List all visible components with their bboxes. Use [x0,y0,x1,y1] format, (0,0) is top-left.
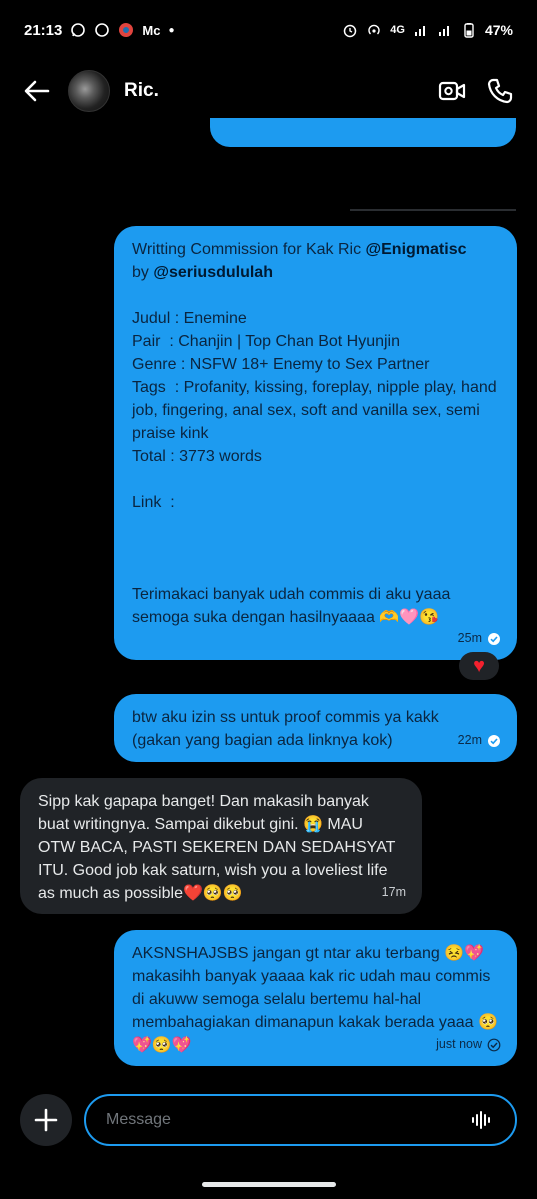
check-icon [488,632,500,645]
message-body: Judul : Enemine Pair : Chanjin | Top Cha… [132,310,497,626]
scroll-divider [350,209,516,211]
network-type: 4G [390,24,405,36]
message-text: Sipp kak gapapa banget! Dan makasih bany… [38,793,400,902]
sent-message-bubble[interactable]: AKSNSHAJSBS jangan gt ntar aku terbang 😣… [114,930,517,1066]
check-icon [487,1038,501,1051]
status-left: 21:13 Mc ● [24,22,174,39]
battery-level: 47% [484,22,513,38]
more-notifs-dot-icon: ● [168,24,175,36]
notif-text: Mc [142,22,161,38]
sent-message-bubble[interactable]: Writting Commission for Kak Ric @Enigmat… [114,226,517,660]
message-composer [0,1090,537,1150]
message-meta: 25m [458,627,501,650]
battery-icon [464,23,474,38]
app-notification-icon [119,23,134,37]
hotspot-icon [368,24,380,35]
previous-message-bubble-partial[interactable] [210,118,516,147]
message-time: 17m [381,885,406,899]
sent-message-bubble[interactable]: btw aku izin ss untuk proof commis ya ka… [114,694,517,762]
message-meta: just now [436,1033,501,1056]
contact-name[interactable]: Ric. [124,80,159,102]
check-icon [488,734,500,747]
heart-icon: ♥ [473,654,485,677]
status-bar: 21:13 Mc ● 4G 47% [0,0,537,60]
status-right: 4G 47% [342,22,513,38]
message-meta: 22m [458,729,501,752]
chat-icon [95,23,110,37]
alarm-icon [344,24,357,38]
message-line1-prefix: Writting Commission for Kak Ric [132,241,366,258]
voice-wave-icon [472,1111,490,1129]
signal-2-icon [438,26,449,36]
reaction-badge[interactable]: ♥ [459,652,499,680]
mention-enigmatisc[interactable]: @Enigmatisc [366,241,467,258]
mention-seriusdululah[interactable]: @seriusdululah [153,264,273,281]
plus-icon [34,1108,58,1132]
avatar[interactable] [68,70,110,112]
message-time: 22m [457,733,482,747]
phone-icon [487,78,513,104]
message-text: btw aku izin ss untuk proof commis ya ka… [132,709,439,749]
status-time: 21:13 [24,21,63,39]
video-call-button[interactable] [437,76,467,106]
whatsapp-icon [71,23,86,37]
phone-call-button[interactable] [485,76,515,106]
video-call-icon [438,81,466,101]
message-time: 25m [457,631,482,645]
header-actions [437,76,515,106]
message-input-wrapper [84,1094,517,1146]
voice-message-button[interactable] [467,1106,495,1134]
add-attachment-button[interactable] [20,1094,72,1146]
message-time: just now [436,1037,482,1051]
message-line2-prefix: by [132,264,154,281]
back-arrow-icon [24,80,50,102]
signal-icon [414,26,425,36]
back-button[interactable] [22,76,52,106]
received-message-bubble[interactable]: Sipp kak gapapa banget! Dan makasih bany… [20,778,422,914]
message-meta: 17m [382,881,406,904]
chat-header: Ric. [0,60,537,122]
message-text: Writting Commission for Kak Ric @Enigmat… [132,238,499,629]
message-input[interactable] [106,1111,467,1129]
home-indicator[interactable] [202,1182,336,1187]
